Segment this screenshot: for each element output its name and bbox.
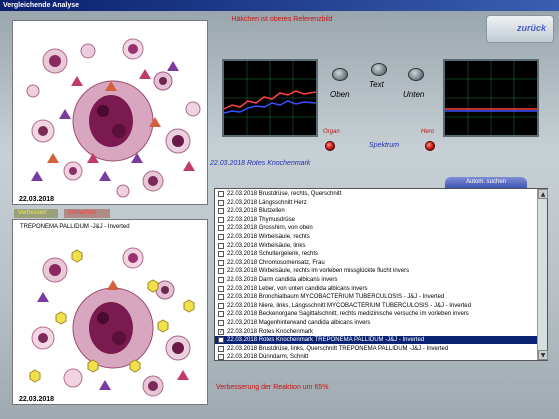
spectrum-label[interactable]: Spektrum	[369, 142, 399, 149]
list-item-label: 22.03.2018 Brustdrüse, links, Querschnit…	[227, 345, 449, 352]
down-button[interactable]	[408, 68, 424, 81]
list-item-label: 22.03.2018 Wirbelsäule, rechts	[227, 234, 310, 240]
organ-scope	[222, 59, 318, 137]
bone-marrow-image-top	[26, 38, 201, 198]
hero-scope	[443, 59, 539, 137]
list-item-checkbox[interactable]	[218, 337, 224, 344]
list-item[interactable]: ✓ 22.03.2018 Rotes Knochenmark	[215, 328, 537, 336]
scroll-down-icon[interactable]: ▼	[538, 350, 548, 360]
list-item[interactable]: 22.03.2018 Blutzellen	[215, 207, 537, 215]
list-scrollbar[interactable]: ▲ ▼	[537, 189, 548, 360]
list-item-checkbox[interactable]	[218, 302, 224, 309]
list-item-checkbox[interactable]	[218, 320, 224, 326]
list-item[interactable]: 22.03.2018 Magenhinterwand candida albic…	[215, 319, 537, 327]
list-item-checkbox[interactable]	[218, 345, 224, 352]
list-item[interactable]: 22.03.2018 Rotes Knochenmark TREPONEMA P…	[215, 336, 537, 345]
hero-led[interactable]	[425, 141, 435, 151]
list-item[interactable]: 22.03.2018 Wirbelsäule, links	[215, 242, 537, 250]
list-item-checkbox[interactable]	[218, 277, 224, 283]
title-bar: Vergleichende Analyse	[0, 0, 559, 11]
list-item[interactable]: 22.03.2018 Schultergelenk, rechts	[215, 250, 537, 258]
list-item-checkbox[interactable]	[218, 311, 224, 318]
list-item-checkbox[interactable]	[218, 294, 224, 301]
bone-marrow-image-bottom	[29, 247, 195, 397]
list-item-label: 22.03.2018 Längsschnitt Herz	[227, 199, 307, 206]
list-item-label: 22.03.2018 Magenhinterwand candida albic…	[227, 320, 371, 326]
list-item[interactable]: 22.03.2018 Chromosomensatz, Frau	[215, 259, 537, 267]
list-item[interactable]: 22.03.2018 Niere, links, Längsschnitt MY…	[215, 302, 537, 310]
list-item[interactable]: 22.03.2018 Darm candida albicans invers	[215, 276, 537, 284]
top-image-date: 22.03.2018	[19, 196, 55, 203]
list-item[interactable]: 22.03.2018 Wirbelsäule, rechts im vorleb…	[215, 267, 537, 275]
list-item-label: 22.03.2018 Rotes Knochenmark	[227, 328, 314, 335]
text-button[interactable]	[371, 63, 387, 76]
text-label: Text	[369, 80, 384, 89]
list-item-checkbox[interactable]	[218, 191, 224, 197]
list-item[interactable]: 22.03.2018 Bronchialbaum MYCOBACTERIUM T…	[215, 293, 537, 301]
reference-hint: Häkchen ist oberes Referenzbild	[231, 16, 333, 23]
list-item-label: 22.03.2018 Brustdrüse, rechts, Querschni…	[227, 191, 342, 197]
list-item[interactable]: 22.03.2018 Beckenorgane Sagittalschnitt,…	[215, 310, 537, 318]
down-label: Unten	[403, 90, 425, 99]
list-item-label: 22.03.2018 Leber, von unten candida albi…	[227, 285, 368, 292]
analysis-list[interactable]: 22.03.2018 Brustdrüse, rechts, Querschni…	[214, 188, 548, 361]
organ-label: Organ	[323, 129, 340, 135]
list-item-label: 22.03.2018 Grosshirn, von oben	[227, 225, 313, 232]
list-item-label: 22.03.2018 Wirbelsäule, rechts im vorleb…	[227, 268, 410, 275]
list-item-label: 22.03.2018 Schultergelenk, rechts	[227, 251, 319, 258]
list-item[interactable]: 22.03.2018 Brustdrüse, rechts, Querschni…	[215, 190, 537, 198]
list-item-label: 22.03.2018 Beckenorgane Sagittalschnitt,…	[227, 311, 469, 318]
top-image-panel[interactable]: 22.03.2018	[12, 20, 208, 205]
list-item-checkbox[interactable]	[218, 216, 224, 223]
list-item-checkbox[interactable]	[218, 354, 224, 360]
list-item-checkbox[interactable]	[218, 242, 224, 249]
list-item[interactable]: 22.03.2018 Thymusdrüse	[215, 216, 537, 224]
back-button[interactable]: zurück	[486, 15, 554, 43]
tab-improved[interactable]: Verbessert	[14, 209, 58, 218]
selected-entry-info: 22.03.2018 Rotes Knochenmark	[210, 160, 311, 167]
list-item-checkbox[interactable]	[218, 268, 224, 275]
hero-waveform	[445, 61, 537, 135]
list-item-label: 22.03.2018 Blutzellen	[227, 208, 285, 215]
list-item-label: 22.03.2018 Thymusdrüse	[227, 216, 295, 223]
list-item[interactable]: 22.03.2018 Längsschnitt Herz	[215, 199, 537, 207]
list-item-label: 22.03.2018 Bronchialbaum MYCOBACTERIUM T…	[227, 294, 445, 301]
organ-led[interactable]	[325, 141, 335, 151]
list-item-checkbox[interactable]	[218, 208, 224, 215]
window-title: Vergleichende Analyse	[3, 2, 79, 9]
hero-label: Hero	[421, 129, 435, 135]
bottom-image-caption: TREPONEMA PALLIDUM -J&J - Inverted	[20, 224, 130, 230]
list-item-label: 22.03.2018 Rotes Knochenmark TREPONEMA P…	[227, 337, 425, 344]
status-message: Verbesserung der Reaktion um 65%	[216, 384, 329, 391]
list-item-label: 22.03.2018 Dünndarm, Schnitt	[227, 354, 309, 361]
list-item-checkbox[interactable]: ✓	[218, 328, 224, 335]
list-item[interactable]: 22.03.2018 Grosshirn, von oben	[215, 224, 537, 232]
organ-waveform	[223, 61, 317, 135]
list-item-label: 22.03.2018 Chromosomensatz, Frau	[227, 259, 325, 266]
list-item-label: 22.03.2018 Niere, links, Längsschnitt MY…	[227, 302, 471, 309]
back-button-label: zurück	[516, 23, 546, 33]
list-item[interactable]: 22.03.2018 Dünndarm, Schnitt	[215, 353, 537, 361]
list-item-label: 22.03.2018 Darm candida albicans invers	[227, 277, 338, 283]
list-item-checkbox[interactable]	[218, 285, 224, 292]
scroll-up-icon[interactable]: ▲	[538, 189, 548, 199]
list-item[interactable]: 22.03.2018 Wirbelsäule, rechts	[215, 233, 537, 241]
tab-worse[interactable]: Schlechter	[64, 209, 110, 218]
list-item-checkbox[interactable]	[218, 199, 224, 206]
list-item[interactable]: 22.03.2018 Brustdrüse, links, Querschnit…	[215, 345, 537, 353]
list-item-checkbox[interactable]	[218, 251, 224, 258]
list-item-checkbox[interactable]	[218, 225, 224, 232]
up-button[interactable]	[332, 68, 348, 81]
auto-search-button[interactable]: Autom. suchen	[445, 177, 527, 188]
bottom-image-panel[interactable]: 22.03.2018	[12, 219, 208, 405]
list-item-checkbox[interactable]	[218, 234, 224, 240]
list-item-label: 22.03.2018 Wirbelsäule, links	[227, 242, 306, 249]
list-item[interactable]: 22.03.2018 Leber, von unten candida albi…	[215, 285, 537, 293]
cell-cluster	[26, 38, 201, 198]
up-label: Oben	[330, 90, 350, 99]
list-item-checkbox[interactable]	[218, 259, 224, 266]
bottom-image-date: 22.03.2018	[19, 396, 55, 403]
